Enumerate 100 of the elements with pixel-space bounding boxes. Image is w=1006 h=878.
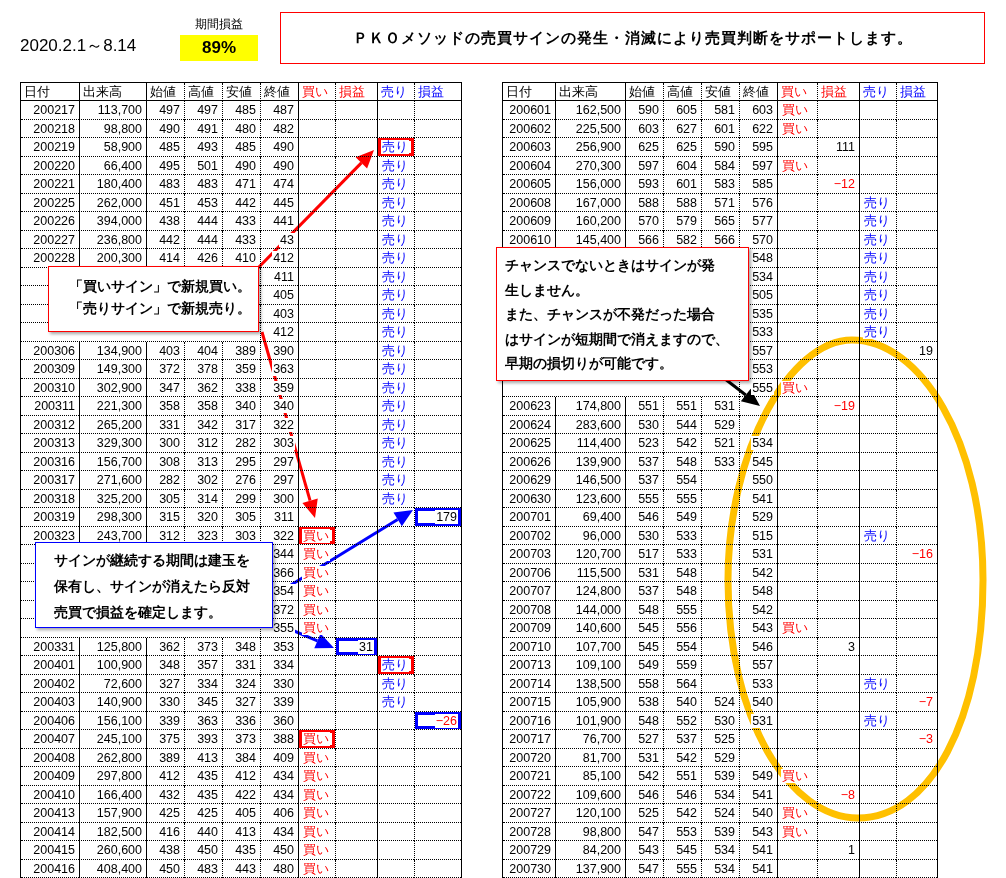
table-cell: 490 <box>146 119 184 138</box>
table-cell: 581 <box>701 101 739 120</box>
table-cell: 443 <box>222 859 260 878</box>
table-cell: 487 <box>260 101 298 120</box>
empty-cell <box>777 267 817 286</box>
table-cell: 552 <box>663 711 701 730</box>
column-header: 損益 <box>414 83 461 101</box>
empty-cell <box>777 841 817 860</box>
table-cell: 売り <box>377 397 414 416</box>
table-cell: 524 <box>701 804 739 823</box>
table-cell: 604 <box>663 156 701 175</box>
empty-cell <box>298 156 335 175</box>
table-cell: 601 <box>663 175 701 194</box>
table-cell: 451 <box>146 193 184 212</box>
table-cell: 405 <box>260 286 298 305</box>
empty-cell <box>859 563 896 582</box>
table-cell: 537 <box>625 582 663 601</box>
empty-cell <box>335 119 377 138</box>
table-cell: 542 <box>663 748 701 767</box>
empty-cell <box>377 600 414 619</box>
empty-cell <box>859 156 896 175</box>
table-cell: 530 <box>625 526 663 545</box>
column-header: 高値 <box>184 83 222 101</box>
table-cell: 603 <box>625 119 663 138</box>
table-cell: 434 <box>260 767 298 786</box>
table-cell: 156,700 <box>79 452 146 471</box>
empty-cell <box>817 286 859 305</box>
empty-cell <box>859 489 896 508</box>
table-cell: 497 <box>184 101 222 120</box>
table-cell: 340 <box>222 397 260 416</box>
table-cell: 297 <box>260 471 298 490</box>
table-cell: 売り <box>377 434 414 453</box>
empty-cell <box>817 748 859 767</box>
table-cell: 109,600 <box>555 785 625 804</box>
column-header: 出来高 <box>555 83 625 101</box>
empty-cell <box>777 471 817 490</box>
empty-cell <box>298 323 335 342</box>
empty-cell <box>701 508 739 527</box>
table-cell: 533 <box>739 674 777 693</box>
table-cell: 442 <box>146 230 184 249</box>
table-cell: 533 <box>663 545 701 564</box>
empty-cell <box>701 563 739 582</box>
table-cell: 72,600 <box>79 674 146 693</box>
table-cell: 471 <box>222 175 260 194</box>
table-cell: 583 <box>701 175 739 194</box>
column-header: 終値 <box>260 83 298 101</box>
table-cell: 340 <box>260 397 298 416</box>
empty-cell <box>817 600 859 619</box>
empty-cell <box>335 175 377 194</box>
empty-cell <box>298 674 335 693</box>
empty-cell <box>377 822 414 841</box>
table-cell: 557 <box>739 656 777 675</box>
empty-cell <box>335 711 377 730</box>
table-cell: 597 <box>739 156 777 175</box>
table-cell: 546 <box>739 637 777 656</box>
empty-cell <box>335 693 377 712</box>
table-cell: 109,100 <box>555 656 625 675</box>
table-cell: 409 <box>260 748 298 767</box>
table-cell: 554 <box>663 637 701 656</box>
empty-cell <box>777 415 817 434</box>
table-cell: 373 <box>184 637 222 656</box>
empty-cell <box>298 341 335 360</box>
empty-cell <box>777 452 817 471</box>
empty-cell <box>335 619 377 638</box>
table-cell: 売り <box>377 212 414 231</box>
empty-cell <box>777 230 817 249</box>
table-cell: 570 <box>625 212 663 231</box>
empty-cell <box>335 286 377 305</box>
table-cell: 156,000 <box>555 175 625 194</box>
table-cell: 433 <box>222 212 260 231</box>
table-cell: 売り <box>859 674 896 693</box>
table-cell: 315 <box>146 508 184 527</box>
empty-cell <box>335 859 377 878</box>
table-cell: 買い <box>298 748 335 767</box>
table-cell: 売り <box>377 674 414 693</box>
table-cell: 450 <box>146 859 184 878</box>
table-cell: 625 <box>663 138 701 157</box>
table-cell: 531 <box>739 545 777 564</box>
table-cell: 売り <box>859 526 896 545</box>
empty-cell <box>777 711 817 730</box>
empty-cell <box>859 582 896 601</box>
table-cell: 331 <box>222 656 260 675</box>
table-cell: 156,100 <box>79 711 146 730</box>
empty-cell <box>298 656 335 675</box>
table-cell: 542 <box>739 563 777 582</box>
empty-cell <box>859 138 896 157</box>
empty-cell <box>377 804 414 823</box>
table-cell: 577 <box>739 212 777 231</box>
table-cell: 買い <box>298 767 335 786</box>
empty-cell <box>335 378 377 397</box>
table-cell: 406 <box>260 804 298 823</box>
empty-cell <box>817 563 859 582</box>
empty-cell <box>859 508 896 527</box>
table-cell: 529 <box>701 748 739 767</box>
column-header: 買い <box>777 83 817 101</box>
table-cell: 362 <box>146 637 184 656</box>
table-cell: 588 <box>663 193 701 212</box>
empty-cell <box>859 434 896 453</box>
empty-cell <box>777 249 817 268</box>
empty-cell <box>377 711 414 730</box>
